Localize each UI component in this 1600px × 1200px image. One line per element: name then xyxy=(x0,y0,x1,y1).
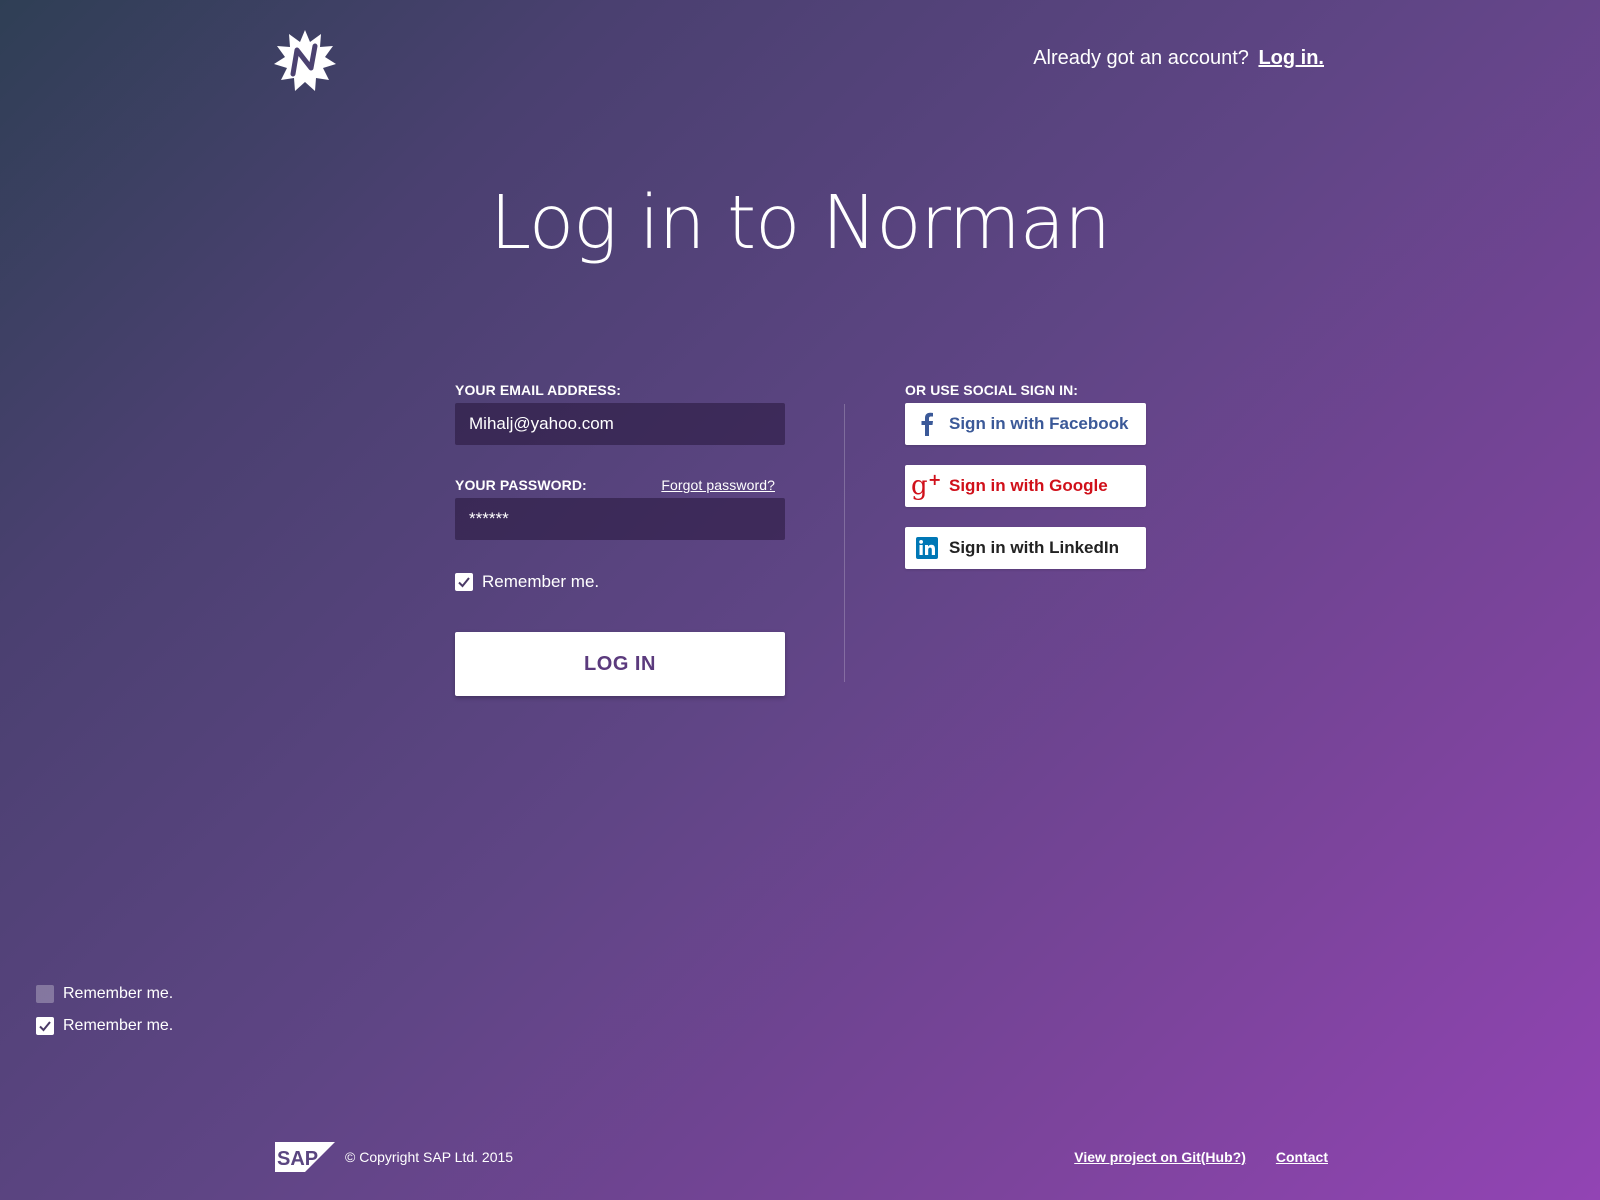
password-field[interactable] xyxy=(455,498,785,540)
account-prompt: Already got an account? Log in. xyxy=(1033,47,1324,70)
remember-me-checkbox-checked[interactable]: Remember me. xyxy=(36,1014,173,1038)
password-label-row: YOUR PASSWORD: Forgot password? xyxy=(455,475,785,495)
social-heading: OR USE SOCIAL SIGN IN: xyxy=(905,382,1079,398)
footer-links: View project on Git(Hub?) Contact xyxy=(1074,1149,1328,1165)
remember-me-label: Remember me. xyxy=(482,572,600,591)
footer: SAP © Copyright SAP Ltd. 2015 View proje… xyxy=(275,1141,1328,1173)
check-icon xyxy=(39,1021,51,1032)
checkbox-sample-label: Remember me. xyxy=(63,1017,174,1034)
page-title: Log in to Norman xyxy=(489,180,1111,266)
google-sign-in-button[interactable]: g + Sign in with Google xyxy=(905,465,1146,507)
forgot-password-link[interactable]: Forgot password? xyxy=(661,477,775,493)
norman-starburst-icon xyxy=(274,30,336,91)
sap-logo-text: SAP xyxy=(277,1148,318,1170)
remember-me-checkbox-unchecked[interactable]: Remember me. xyxy=(36,982,173,1006)
linkedin-icon xyxy=(905,527,949,569)
checkbox-checked[interactable] xyxy=(455,573,473,591)
google-sign-in-label: Sign in with Google xyxy=(949,476,1108,495)
facebook-sign-in-button[interactable]: Sign in with Facebook xyxy=(905,403,1146,445)
checkbox-sample-label: Remember me. xyxy=(63,985,174,1002)
email-label: YOUR EMAIL ADDRESS: xyxy=(455,382,622,398)
column-divider xyxy=(844,404,845,682)
email-label-row: YOUR EMAIL ADDRESS: xyxy=(455,380,785,400)
header-login-link[interactable]: Log in. xyxy=(1258,47,1324,69)
facebook-icon xyxy=(905,403,949,445)
svg-text:+: + xyxy=(928,472,941,489)
login-form: YOUR EMAIL ADDRESS: YOUR PASSWORD: Forgo… xyxy=(455,380,785,696)
check-icon xyxy=(458,577,470,588)
checkbox-checked[interactable] xyxy=(36,1017,54,1035)
linkedin-sign-in-button[interactable]: Sign in with LinkedIn xyxy=(905,527,1146,569)
social-sign-in: OR USE SOCIAL SIGN IN: Sign in with Face… xyxy=(905,380,1146,569)
checkbox-samples: Remember me. Remember me. xyxy=(36,982,173,1046)
google-plus-icon: g + xyxy=(905,465,949,507)
github-link[interactable]: View project on Git(Hub?) xyxy=(1074,1149,1246,1165)
email-field[interactable] xyxy=(455,403,785,445)
copyright-text: © Copyright SAP Ltd. 2015 xyxy=(345,1149,514,1165)
svg-text:g: g xyxy=(911,472,928,500)
norman-logo[interactable] xyxy=(273,28,337,92)
contact-link[interactable]: Contact xyxy=(1276,1149,1328,1165)
password-label: YOUR PASSWORD: xyxy=(455,477,587,493)
linkedin-sign-in-label: Sign in with LinkedIn xyxy=(949,538,1119,557)
remember-me-checkbox[interactable]: Remember me. xyxy=(455,570,785,594)
account-prompt-text: Already got an account? xyxy=(1033,47,1249,69)
login-button[interactable]: LOG IN xyxy=(455,632,785,696)
checkbox-unchecked[interactable] xyxy=(36,985,54,1003)
sap-logo: SAP xyxy=(275,1142,335,1172)
facebook-sign-in-label: Sign in with Facebook xyxy=(949,414,1129,433)
